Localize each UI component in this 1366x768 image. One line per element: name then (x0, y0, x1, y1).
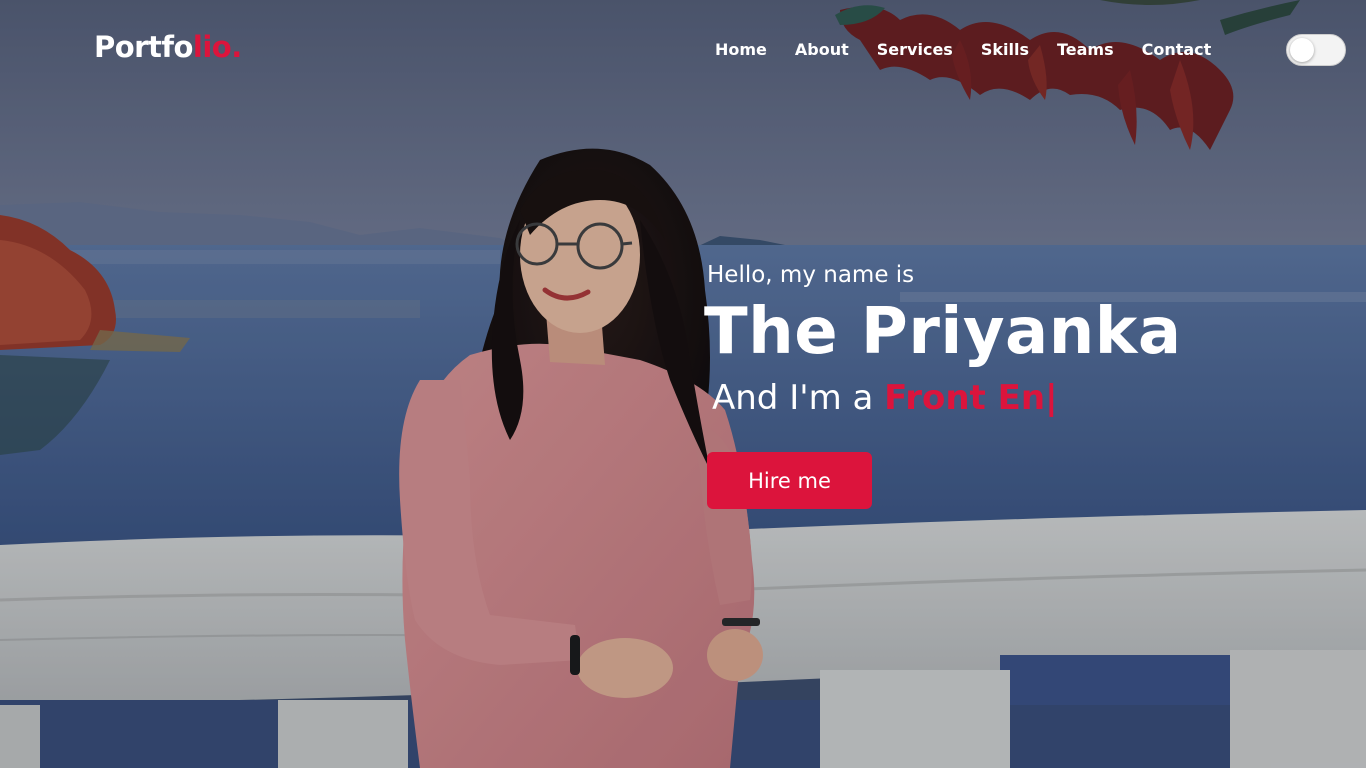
main-nav: Home About Services Skills Teams Contact (715, 40, 1239, 59)
nav-link-contact[interactable]: Contact (1142, 40, 1212, 59)
portfolio-page: Portfolio. Home About Services Skills Te… (0, 0, 1366, 768)
toggle-knob (1290, 38, 1314, 62)
typing-cursor: | (1045, 378, 1058, 418)
nav-link-services[interactable]: Services (877, 40, 953, 59)
logo-main-text: Portfo (94, 30, 193, 64)
hero-role-prefix: And I'm a (712, 378, 874, 418)
hero-name: The Priyanka (704, 295, 1182, 369)
hero-role-typed: Front En (884, 378, 1046, 418)
nav-link-teams[interactable]: Teams (1057, 40, 1114, 59)
nav-link-skills[interactable]: Skills (981, 40, 1029, 59)
nav-link-about[interactable]: About (795, 40, 849, 59)
theme-toggle[interactable] (1286, 34, 1346, 66)
hire-me-button[interactable]: Hire me (707, 452, 872, 509)
hero-role: And I'm a Front En| (712, 372, 1182, 424)
logo-accent-text: lio. (192, 30, 242, 64)
portfolio-logo[interactable]: Portfolio. (94, 30, 242, 64)
nav-link-home[interactable]: Home (715, 40, 767, 59)
hero-text: Hello, my name is The Priyanka And I'm a… (704, 258, 1182, 424)
hero-greeting: Hello, my name is (707, 262, 915, 288)
